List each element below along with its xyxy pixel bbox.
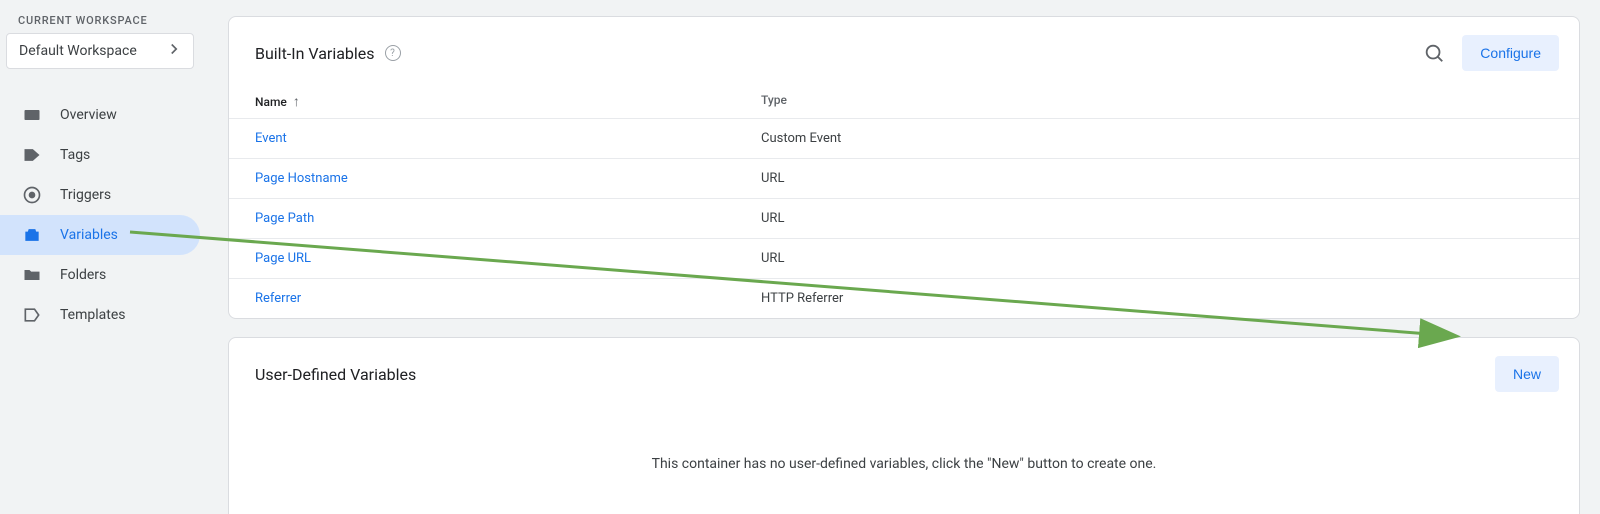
tag-icon xyxy=(22,145,42,165)
variable-type: HTTP Referrer xyxy=(761,291,1553,306)
sidebar-item-label: Tags xyxy=(60,147,90,163)
sidebar: CURRENT WORKSPACE Default Workspace Over… xyxy=(0,0,200,514)
table-row[interactable]: Event Custom Event xyxy=(229,119,1579,159)
template-icon xyxy=(22,305,42,325)
help-icon[interactable]: ? xyxy=(385,45,401,61)
variable-name-link[interactable]: Page Path xyxy=(255,211,761,226)
workspace-section-label: CURRENT WORKSPACE xyxy=(0,10,200,33)
variable-type: URL xyxy=(761,211,1553,226)
sidebar-item-label: Triggers xyxy=(60,187,111,203)
variable-type: URL xyxy=(761,251,1553,266)
variable-name-link[interactable]: Referrer xyxy=(255,291,761,306)
nav: Overview Tags Triggers Variables xyxy=(0,77,200,335)
sidebar-item-overview[interactable]: Overview xyxy=(0,95,200,135)
empty-state-message: This container has no user-defined varia… xyxy=(229,406,1579,514)
variable-type: URL xyxy=(761,171,1553,186)
folder-icon xyxy=(22,265,42,285)
sort-ascending-icon: ↑ xyxy=(293,93,300,110)
user-defined-variables-card: User-Defined Variables New This containe… xyxy=(228,337,1580,514)
sidebar-item-label: Overview xyxy=(60,107,117,123)
variable-name-link[interactable]: Page URL xyxy=(255,251,761,266)
column-name-header[interactable]: Name ↑ xyxy=(255,93,761,110)
builtin-variables-card: Built-In Variables ? Configure Name ↑ Ty… xyxy=(228,16,1580,319)
sidebar-item-label: Variables xyxy=(60,227,118,243)
main-content: Built-In Variables ? Configure Name ↑ Ty… xyxy=(200,0,1600,514)
table-row[interactable]: Page Path URL xyxy=(229,199,1579,239)
chevron-right-icon xyxy=(165,40,183,62)
column-type-header[interactable]: Type xyxy=(761,93,1553,110)
column-name-label: Name xyxy=(255,95,287,109)
workspace-selector[interactable]: Default Workspace xyxy=(6,33,194,69)
sidebar-item-folders[interactable]: Folders xyxy=(0,255,200,295)
variable-name-link[interactable]: Page Hostname xyxy=(255,171,761,186)
sidebar-item-templates[interactable]: Templates xyxy=(0,295,200,335)
table-row[interactable]: Referrer HTTP Referrer xyxy=(229,279,1579,318)
variable-name-link[interactable]: Event xyxy=(255,131,761,146)
new-button[interactable]: New xyxy=(1495,356,1559,392)
table-row[interactable]: Page Hostname URL xyxy=(229,159,1579,199)
sidebar-item-triggers[interactable]: Triggers xyxy=(0,175,200,215)
variables-icon xyxy=(22,225,42,245)
workspace-name: Default Workspace xyxy=(19,43,137,59)
sidebar-item-label: Folders xyxy=(60,267,106,283)
trigger-icon xyxy=(22,185,42,205)
overview-icon xyxy=(22,105,42,125)
variable-type: Custom Event xyxy=(761,131,1553,146)
builtin-title: Built-In Variables xyxy=(255,44,375,63)
user-defined-title: User-Defined Variables xyxy=(255,365,416,384)
table-row[interactable]: Page URL URL xyxy=(229,239,1579,279)
sidebar-item-variables[interactable]: Variables xyxy=(0,215,200,255)
sidebar-item-label: Templates xyxy=(60,307,126,323)
sidebar-item-tags[interactable]: Tags xyxy=(0,135,200,175)
table-header: Name ↑ Type xyxy=(229,85,1579,119)
configure-button[interactable]: Configure xyxy=(1462,35,1559,71)
search-button[interactable] xyxy=(1416,35,1452,71)
